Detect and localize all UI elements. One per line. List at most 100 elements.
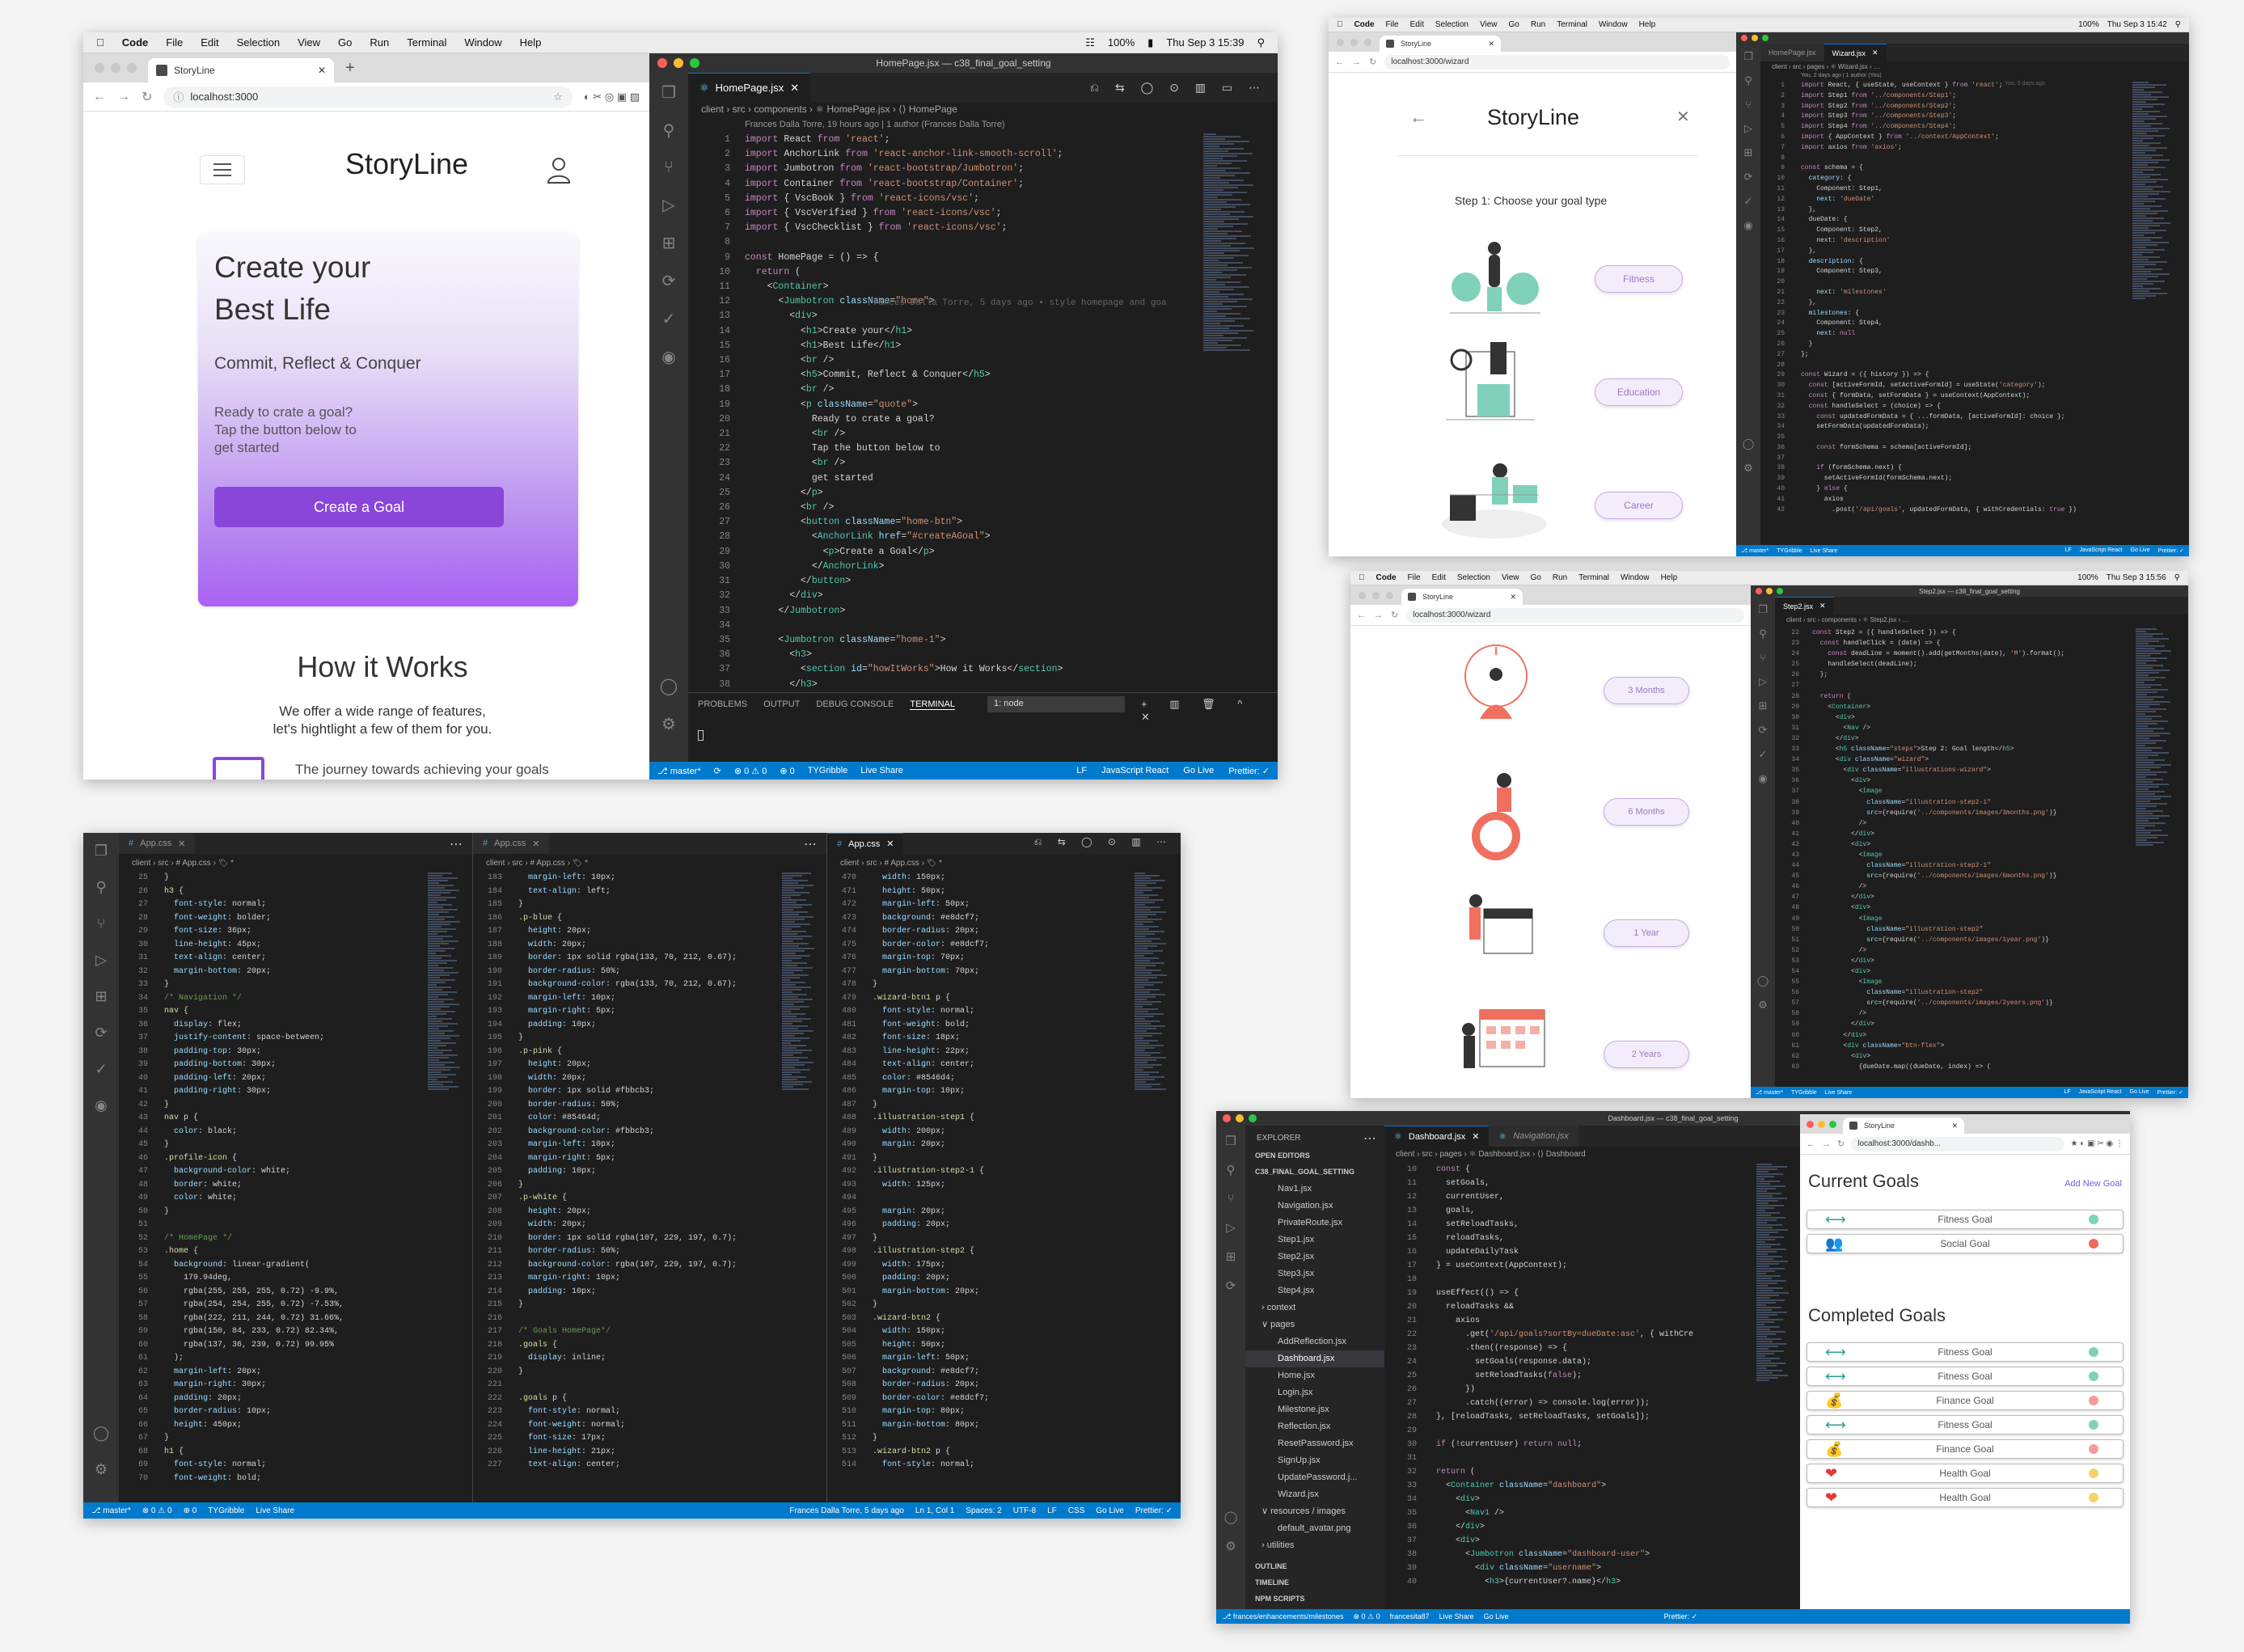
code-editor-step2[interactable]: const Step2 = ({ handleSelect }) => { co… bbox=[1812, 627, 2136, 1080]
status-prettier[interactable]: Prettier: ✓ bbox=[2158, 547, 2184, 554]
minimize-dot[interactable] bbox=[1752, 35, 1758, 41]
live-share-icon[interactable]: ⟳ bbox=[95, 1025, 107, 1041]
reload-icon[interactable]: ↻ bbox=[1391, 610, 1398, 620]
close-dot[interactable] bbox=[95, 63, 104, 73]
status-prettier[interactable]: Prettier: ✓ bbox=[1664, 1612, 1698, 1621]
two-years-button[interactable]: 2 Years bbox=[1604, 1041, 1689, 1068]
tree-item[interactable]: PrivateRoute.jsx bbox=[1245, 1215, 1384, 1232]
url-field[interactable]: localhost:3000/wizard bbox=[1406, 607, 1744, 623]
menu-run[interactable]: Run bbox=[370, 36, 389, 49]
status-user[interactable]: TYGribble bbox=[808, 766, 848, 775]
wifi-icon[interactable]: ☷ bbox=[1085, 36, 1095, 49]
account-icon[interactable]: ◯ bbox=[93, 1425, 109, 1442]
close-dot[interactable] bbox=[1337, 38, 1344, 46]
tree-item[interactable]: Nav1.jsx bbox=[1245, 1181, 1384, 1198]
status-eol[interactable]: LF bbox=[1047, 1506, 1057, 1515]
account-icon[interactable]: ◯ bbox=[660, 676, 678, 696]
editor-tab-navigation[interactable]: ⚛ Navigation.jsx bbox=[1489, 1126, 1578, 1147]
forward-icon[interactable]: → bbox=[1352, 57, 1361, 67]
minimize-dot[interactable] bbox=[1818, 1120, 1825, 1128]
menu-edit[interactable]: Edit bbox=[1410, 20, 1424, 29]
new-tab-icon[interactable]: + bbox=[345, 59, 355, 82]
github-icon[interactable]: ◉ bbox=[95, 1097, 108, 1114]
run-debug-icon[interactable]: ▷ bbox=[95, 952, 107, 969]
source-control-icon[interactable]: ⑂ bbox=[664, 158, 674, 177]
breadcrumb[interactable]: client › src › # App.css › 🏷 * bbox=[840, 859, 1181, 868]
tree-item[interactable]: Home.jsx bbox=[1245, 1367, 1384, 1384]
forward-icon[interactable]: → bbox=[1822, 1139, 1831, 1149]
status-go-live[interactable]: Go Live bbox=[1096, 1506, 1123, 1515]
run-debug-icon[interactable]: ▷ bbox=[1759, 675, 1767, 688]
goal-row[interactable]: ⟷ Fitness Goal bbox=[1807, 1210, 2124, 1229]
menu-view[interactable]: View bbox=[1502, 573, 1519, 582]
create-goal-button[interactable]: Create a Goal bbox=[214, 487, 504, 527]
status-go-live[interactable]: Go Live bbox=[1183, 766, 1214, 776]
menu-help[interactable]: Help bbox=[520, 36, 542, 49]
panel-tab-debug-console[interactable]: DEBUG CONSOLE bbox=[816, 699, 894, 710]
account-icon[interactable]: ◯ bbox=[1743, 437, 1755, 450]
close-icon[interactable]: ✕ bbox=[178, 839, 185, 849]
status-eol[interactable]: LF bbox=[2064, 547, 2071, 554]
close-icon[interactable]: ✕ bbox=[1472, 1131, 1479, 1142]
zoom-dot[interactable] bbox=[127, 63, 137, 73]
menu-file[interactable]: File bbox=[166, 36, 183, 49]
settings-gear-icon[interactable]: ⚙ bbox=[95, 1461, 108, 1478]
three-months-button[interactable]: 3 Months bbox=[1604, 677, 1689, 704]
status-go-live[interactable]: Go Live bbox=[1484, 1612, 1509, 1620]
editor-tab-app-css[interactable]: # App.css ✕ bbox=[119, 833, 196, 854]
clock[interactable]: Thu Sep 3 15:42 bbox=[2107, 20, 2167, 29]
breadcrumb[interactable]: client › src › pages › ⚛ Wizard.jsx › … bbox=[1772, 63, 2189, 70]
tree-item[interactable]: Wizard.jsx bbox=[1245, 1486, 1384, 1503]
close-dot[interactable] bbox=[1756, 588, 1762, 594]
search-icon[interactable]: ⚲ bbox=[2174, 573, 2180, 582]
project-section[interactable]: C38_FINAL_GOAL_SETTING bbox=[1255, 1168, 1354, 1176]
menu-help[interactable]: Help bbox=[1661, 573, 1678, 582]
menu-window[interactable]: Window bbox=[1599, 20, 1628, 29]
extensions-icon[interactable]: ⊞ bbox=[1226, 1249, 1236, 1264]
status-language[interactable]: JavaScript React bbox=[1101, 766, 1168, 776]
extensions-icon[interactable]: ⊞ bbox=[1759, 699, 1768, 712]
minimap[interactable] bbox=[1135, 872, 1175, 1499]
tree-item[interactable]: Reflection.jsx bbox=[1245, 1418, 1384, 1435]
tree-item[interactable]: Step1.jsx bbox=[1245, 1232, 1384, 1249]
close-icon[interactable]: ✕ bbox=[1510, 593, 1516, 602]
live-share-icon[interactable]: ⟳ bbox=[662, 271, 676, 291]
settings-gear-icon[interactable]: ⚙ bbox=[1225, 1539, 1236, 1553]
code-editor-css-3[interactable]: width: 150px; height: 50px; margin-left:… bbox=[873, 872, 1123, 1499]
menu-go[interactable]: Go bbox=[1509, 20, 1519, 29]
explorer-icon[interactable]: ❐ bbox=[661, 82, 676, 103]
browser-tab[interactable]: StoryLine ✕ bbox=[1401, 589, 1523, 605]
zoom-dot[interactable] bbox=[1386, 591, 1393, 599]
close-icon[interactable]: ✕ bbox=[1951, 1122, 1958, 1130]
status-language[interactable]: JavaScript React bbox=[2079, 1089, 2122, 1096]
six-months-button[interactable]: 6 Months bbox=[1604, 798, 1689, 826]
menu-terminal[interactable]: Terminal bbox=[1557, 20, 1587, 29]
menu-view[interactable]: View bbox=[298, 36, 320, 49]
code-editor-dashboard[interactable]: const { setGoals, currentUser, goals, se… bbox=[1436, 1163, 1756, 1606]
menu-file[interactable]: File bbox=[1408, 573, 1421, 582]
menu-edit[interactable]: Edit bbox=[1432, 573, 1446, 582]
status-branch[interactable]: ⎇ master* bbox=[657, 766, 701, 776]
settings-gear-icon[interactable]: ⚙ bbox=[661, 714, 676, 734]
zoom-dot[interactable] bbox=[1829, 1120, 1836, 1128]
breadcrumb[interactable]: client › src › pages › ⚛ Dashboard.jsx ›… bbox=[1396, 1150, 1784, 1159]
settings-gear-icon[interactable]: ⚙ bbox=[1743, 462, 1753, 475]
close-dot[interactable] bbox=[1359, 591, 1366, 599]
source-control-icon[interactable]: ⑂ bbox=[1760, 652, 1766, 664]
more-actions-icon[interactable]: ⋯ bbox=[450, 836, 463, 852]
menu-terminal[interactable]: Terminal bbox=[407, 36, 446, 49]
menu-selection[interactable]: Selection bbox=[237, 36, 280, 49]
live-share-icon[interactable]: ⟳ bbox=[1759, 724, 1768, 737]
menu-app-name[interactable]: Code bbox=[1354, 20, 1375, 29]
search-icon[interactable]: ⚲ bbox=[95, 879, 106, 896]
menu-go[interactable]: Go bbox=[1531, 573, 1541, 582]
menu-edit[interactable]: Edit bbox=[201, 36, 218, 49]
fitness-option-button[interactable]: Fitness bbox=[1595, 265, 1683, 293]
battery-label[interactable]: 100% bbox=[2077, 573, 2098, 582]
run-debug-icon[interactable]: ▷ bbox=[662, 195, 674, 215]
explorer-icon[interactable]: ❐ bbox=[1743, 50, 1753, 63]
code-editor-homepage[interactable]: import React from 'react'; import Anchor… bbox=[745, 133, 1198, 692]
status-language[interactable]: CSS bbox=[1068, 1506, 1085, 1515]
tree-item[interactable]: Step2.jsx bbox=[1245, 1249, 1384, 1265]
close-icon[interactable]: ✕ bbox=[1488, 40, 1494, 49]
